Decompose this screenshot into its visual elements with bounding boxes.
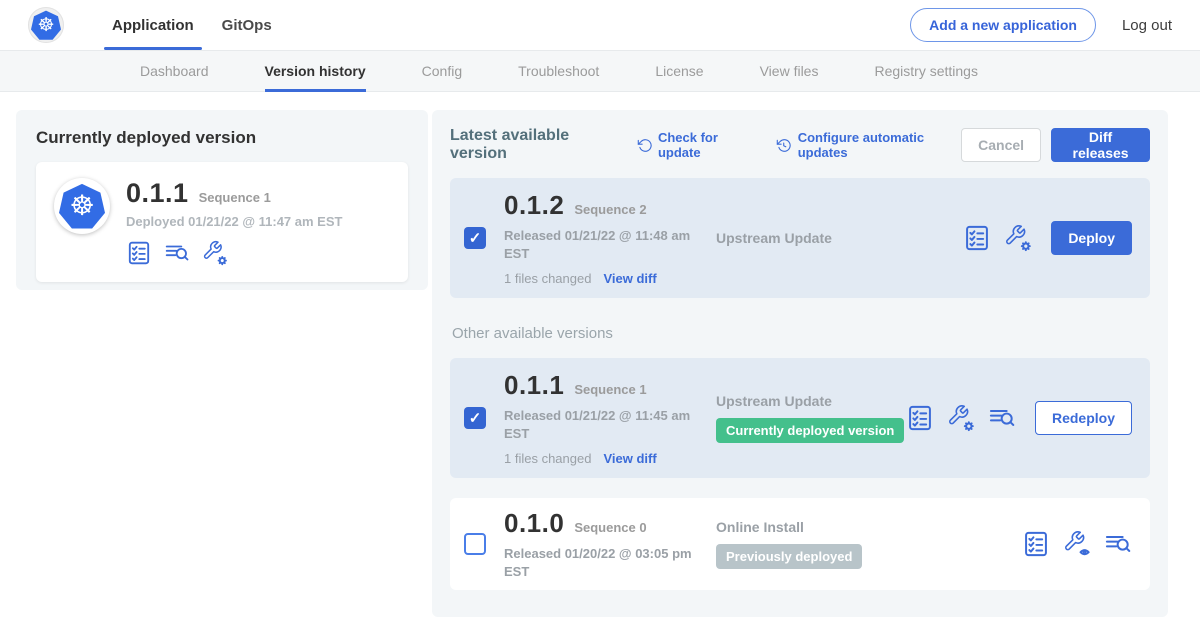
top-tabs: Application GitOps — [98, 0, 286, 50]
view-logs-icon[interactable] — [988, 404, 1016, 432]
edit-config-icon[interactable] — [1004, 224, 1032, 252]
currently-deployed-panel: Currently deployed version ☸ 0.1.1 Seque… — [16, 110, 428, 290]
diff-releases-button[interactable]: Diff releases — [1051, 128, 1150, 162]
subnav-item-view-files[interactable]: View files — [760, 51, 819, 91]
subnav-item-dashboard[interactable]: Dashboard — [140, 51, 209, 91]
version-source: Upstream Update — [712, 230, 963, 246]
deploy-button[interactable]: Deploy — [1051, 221, 1132, 255]
kubernetes-heptagon: ☸ — [59, 183, 105, 229]
version-info: 0.1.2 Sequence 2 Released 01/21/22 @ 11:… — [504, 190, 712, 286]
released-timestamp: Released 01/21/22 @ 11:45 am EST — [504, 407, 702, 442]
deployed-sequence-label: Sequence 1 — [199, 190, 271, 205]
version-row-0-1-1: 0.1.1 Sequence 1 Released 01/21/22 @ 11:… — [450, 358, 1150, 478]
kubernetes-logo: ☸ — [28, 7, 64, 43]
refresh-icon — [637, 137, 652, 154]
release-notes-icon[interactable] — [1022, 530, 1050, 558]
currently-deployed-card: ☸ 0.1.1 Sequence 1 Deployed 01/21/22 @ 1… — [36, 162, 408, 282]
diff-checkbox[interactable] — [464, 227, 486, 249]
view-diff-link[interactable]: View diff — [603, 451, 656, 466]
sequence-label: Sequence 1 — [574, 382, 646, 397]
edit-config-icon[interactable] — [202, 240, 228, 266]
logout-link[interactable]: Log out — [1122, 17, 1172, 34]
cancel-button[interactable]: Cancel — [961, 128, 1041, 162]
version-number: 0.1.2 — [504, 190, 564, 221]
version-number: 0.1.0 — [504, 508, 564, 539]
redeploy-button[interactable]: Redeploy — [1035, 401, 1132, 435]
subnav-config-label: Config — [422, 63, 462, 79]
release-notes-icon[interactable] — [963, 224, 991, 252]
kubernetes-heptagon: ☸ — [31, 10, 61, 40]
version-info: 0.1.0 Sequence 0 Released 01/20/22 @ 03:… — [504, 508, 712, 580]
files-changed-label: 1 files changed — [504, 271, 591, 286]
subnav-item-license[interactable]: License — [655, 51, 703, 91]
source-label: Upstream Update — [716, 393, 906, 409]
tab-application[interactable]: Application — [98, 0, 208, 50]
latest-available-title: Latest available version — [450, 127, 615, 163]
sequence-label: Sequence 2 — [574, 202, 646, 217]
clock-refresh-icon — [776, 137, 791, 154]
subnav-dashboard-label: Dashboard — [140, 63, 209, 79]
version-info: 0.1.1 Sequence 1 Released 01/21/22 @ 11:… — [504, 370, 712, 466]
helm-wheel-icon: ☸ — [37, 16, 54, 35]
top-navbar: ☸ Application GitOps Add a new applicati… — [0, 0, 1200, 50]
subnav-item-registry-settings[interactable]: Registry settings — [874, 51, 977, 91]
available-versions-panel: Latest available version Check for updat… — [432, 110, 1168, 617]
view-logs-icon[interactable] — [164, 240, 190, 266]
available-versions-header: Latest available version Check for updat… — [450, 128, 1150, 162]
app-icon: ☸ — [54, 178, 110, 234]
other-versions-label: Other available versions — [452, 325, 1150, 342]
previously-deployed-badge: Previously deployed — [716, 544, 862, 569]
version-source: Upstream Update Currently deployed versi… — [712, 393, 906, 443]
subnav-registry-settings-label: Registry settings — [874, 63, 977, 79]
subnav-troubleshoot-label: Troubleshoot — [518, 63, 599, 79]
version-actions — [1022, 530, 1132, 558]
view-config-icon[interactable] — [1063, 530, 1091, 558]
diff-controls: Cancel Diff releases — [961, 128, 1150, 162]
configure-updates-label: Configure automatic updates — [798, 130, 961, 160]
subnav-item-version-history[interactable]: Version history — [265, 51, 366, 91]
deployed-version-info: 0.1.1 Sequence 1 Deployed 01/21/22 @ 11:… — [126, 178, 342, 266]
view-diff-link[interactable]: View diff — [603, 271, 656, 286]
app-subnav: Dashboard Version history Config Trouble… — [0, 50, 1200, 92]
subnav-item-troubleshoot[interactable]: Troubleshoot — [518, 51, 599, 91]
source-label: Online Install — [716, 519, 1022, 535]
version-actions: Redeploy — [906, 401, 1132, 435]
add-application-button[interactable]: Add a new application — [910, 8, 1096, 42]
version-number: 0.1.1 — [504, 370, 564, 401]
released-timestamp: Released 01/20/22 @ 03:05 pm EST — [504, 545, 702, 580]
subnav-item-config[interactable]: Config — [422, 51, 462, 91]
files-changed-label: 1 files changed — [504, 451, 591, 466]
sequence-label: Sequence 0 — [574, 520, 646, 535]
view-logs-icon[interactable] — [1104, 530, 1132, 558]
tab-gitops-label: GitOps — [222, 17, 272, 34]
subnav-version-history-label: Version history — [265, 63, 366, 79]
currently-deployed-title: Currently deployed version — [16, 110, 428, 162]
version-actions: Deploy — [963, 221, 1132, 255]
currently-deployed-badge: Currently deployed version — [716, 418, 904, 443]
version-row-0-1-0: 0.1.0 Sequence 0 Released 01/20/22 @ 03:… — [450, 498, 1150, 590]
edit-config-icon[interactable] — [947, 404, 975, 432]
tab-gitops[interactable]: GitOps — [208, 0, 286, 50]
diff-checkbox[interactable] — [464, 407, 486, 429]
deployed-timestamp: Deployed 01/21/22 @ 11:47 am EST — [126, 214, 342, 229]
topnav-right: Add a new application Log out — [910, 8, 1200, 42]
source-label: Upstream Update — [716, 230, 963, 246]
tab-application-label: Application — [112, 17, 194, 34]
main-content: Currently deployed version ☸ 0.1.1 Seque… — [0, 92, 1200, 634]
released-timestamp: Released 01/21/22 @ 11:48 am EST — [504, 227, 702, 262]
check-for-update-label: Check for update — [658, 130, 754, 160]
deployed-actions — [126, 240, 342, 266]
subnav-view-files-label: View files — [760, 63, 819, 79]
helm-wheel-icon: ☸ — [69, 192, 94, 220]
deployed-version-number: 0.1.1 — [126, 178, 189, 209]
version-row-0-1-2: 0.1.2 Sequence 2 Released 01/21/22 @ 11:… — [450, 178, 1150, 298]
release-notes-icon[interactable] — [906, 404, 934, 432]
check-for-update-link[interactable]: Check for update — [637, 130, 755, 160]
subnav-license-label: License — [655, 63, 703, 79]
diff-checkbox[interactable] — [464, 533, 486, 555]
release-notes-icon[interactable] — [126, 240, 152, 266]
version-source: Online Install Previously deployed — [712, 519, 1022, 569]
configure-updates-link[interactable]: Configure automatic updates — [776, 130, 961, 160]
